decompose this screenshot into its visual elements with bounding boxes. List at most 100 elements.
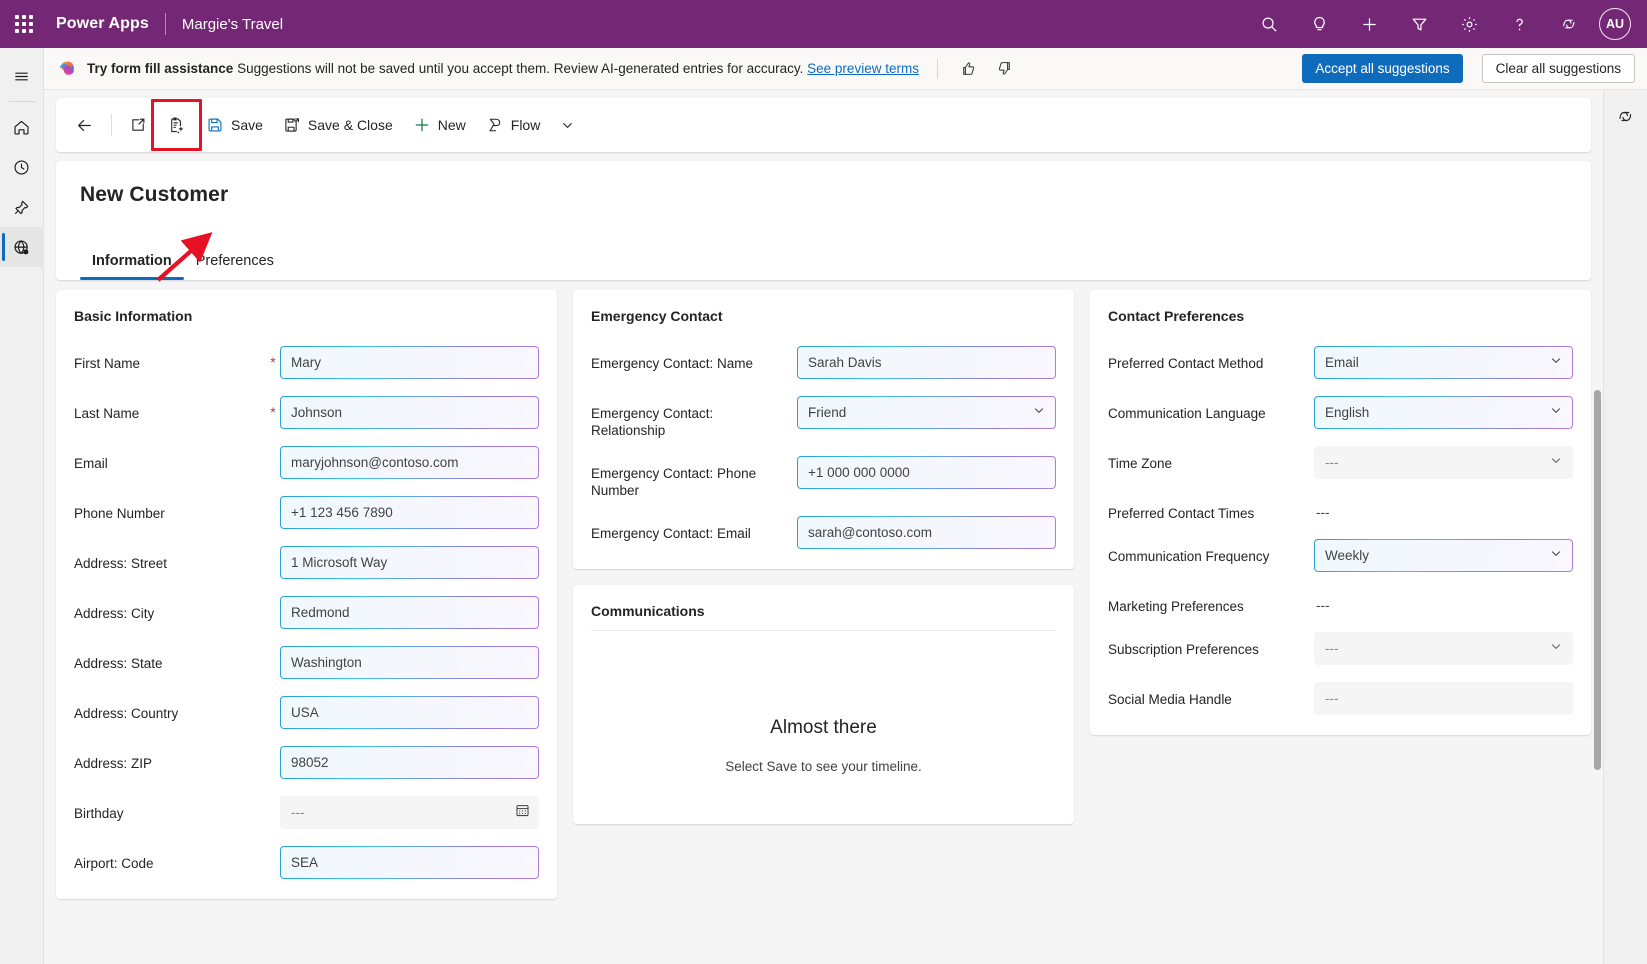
sidebar-item-customers[interactable] [0, 227, 44, 267]
label-ec-relationship: Emergency Contact: Relationship [591, 396, 783, 439]
input-social-media-handle[interactable]: --- [1314, 682, 1573, 715]
thumbs-up-icon[interactable] [956, 56, 982, 82]
field-row-birthday: Birthday --- [74, 796, 539, 829]
label-time-zone: Time Zone [1108, 446, 1300, 472]
chevron-down-icon[interactable] [551, 106, 584, 144]
brand-divider [165, 13, 166, 35]
field-row-ec-name: Emergency Contact: Name Sarah Davis [591, 346, 1056, 379]
input-address-state[interactable]: Washington [280, 646, 539, 679]
gear-icon[interactable] [1445, 0, 1493, 48]
value-marketing-preferences[interactable]: --- [1314, 589, 1573, 613]
accept-all-suggestions-button[interactable]: Accept all suggestions [1302, 54, 1462, 83]
contact-preferences-title: Contact Preferences [1108, 308, 1573, 324]
hamburger-menu-icon[interactable] [0, 56, 44, 96]
clear-all-suggestions-button[interactable]: Clear all suggestions [1482, 54, 1635, 83]
sidebar-item-home[interactable] [0, 107, 44, 147]
banner-body: Suggestions will not be saved until you … [237, 61, 803, 76]
app-name-label[interactable]: Margie's Travel [182, 16, 283, 33]
control-ec-relationship: Friend [797, 396, 1056, 429]
command-bar-divider [111, 114, 112, 136]
label-address-state: Address: State [74, 646, 266, 672]
save-and-close-label: Save & Close [308, 117, 393, 133]
back-button[interactable] [66, 106, 103, 144]
field-row-address-zip: Address: ZIP 98052 [74, 746, 539, 779]
field-row-email: Email maryjohnson@contoso.com [74, 446, 539, 479]
input-birthday[interactable]: --- [280, 796, 539, 829]
label-address-street: Address: Street [74, 546, 266, 572]
flow-button[interactable]: Flow [477, 106, 550, 144]
copilot-icon[interactable] [1608, 98, 1644, 134]
input-ec-email[interactable]: sarah@contoso.com [797, 516, 1056, 549]
control-address-city: Redmond [280, 596, 539, 629]
filter-icon[interactable] [1395, 0, 1443, 48]
field-row-ec-relationship: Emergency Contact: Relationship Friend [591, 396, 1056, 439]
select-time-zone[interactable]: --- [1314, 446, 1573, 479]
sidebar-item-recent[interactable] [0, 147, 44, 187]
app-launcher-icon[interactable] [0, 0, 48, 48]
input-last-name[interactable]: Johnson [280, 396, 539, 429]
tab-information[interactable]: Information [80, 245, 184, 280]
label-last-name: Last Name [74, 396, 266, 422]
input-first-name[interactable]: Mary [280, 346, 539, 379]
thumbs-down-icon[interactable] [992, 56, 1018, 82]
preview-terms-link[interactable]: See preview terms [807, 61, 919, 76]
new-button[interactable]: New [404, 106, 475, 144]
lightbulb-icon[interactable] [1295, 0, 1343, 48]
value-preferred-contact-times[interactable]: --- [1314, 496, 1573, 520]
control-first-name: Mary [280, 346, 539, 379]
input-address-country[interactable]: USA [280, 696, 539, 729]
input-email[interactable]: maryjohnson@contoso.com [280, 446, 539, 479]
control-time-zone: --- [1314, 446, 1573, 479]
input-address-street[interactable]: 1 Microsoft Way [280, 546, 539, 579]
select-preferred-contact-method[interactable]: Email [1314, 346, 1573, 379]
input-ec-name[interactable]: Sarah Davis [797, 346, 1056, 379]
tab-preferences[interactable]: Preferences [184, 245, 286, 280]
fill-form-with-ai-button[interactable] [158, 106, 195, 144]
avatar[interactable]: AU [1599, 8, 1631, 40]
label-email: Email [74, 446, 266, 472]
label-ec-name: Emergency Contact: Name [591, 346, 783, 372]
plus-icon[interactable] [1345, 0, 1393, 48]
control-ec-name: Sarah Davis [797, 346, 1056, 379]
field-row-address-city: Address: City Redmond [74, 596, 539, 629]
field-row-ec-phone: Emergency Contact: Phone Number +1 000 0… [591, 456, 1056, 499]
vertical-scrollbar[interactable] [1594, 390, 1601, 770]
help-icon[interactable] [1495, 0, 1543, 48]
field-row-time-zone: Time Zone --- [1108, 446, 1573, 479]
select-communication-language[interactable]: English [1314, 396, 1573, 429]
open-in-new-window-button[interactable] [120, 106, 156, 144]
control-phone-number: +1 123 456 7890 [280, 496, 539, 529]
select-communication-frequency[interactable]: Weekly [1314, 539, 1573, 572]
field-row-last-name: Last Name * Johnson [74, 396, 539, 429]
basic-information-title: Basic Information [74, 308, 539, 324]
select-subscription-preferences[interactable]: --- [1314, 632, 1573, 665]
input-address-zip[interactable]: 98052 [280, 746, 539, 779]
brand-title[interactable]: Power Apps [48, 15, 149, 33]
left-navigation-rail [0, 48, 44, 964]
search-icon[interactable] [1245, 0, 1293, 48]
select-ec-relationship[interactable]: Friend [797, 396, 1056, 429]
calendar-icon[interactable] [515, 803, 530, 823]
label-communication-language: Communication Language [1108, 396, 1300, 422]
communications-title: Communications [591, 603, 1056, 631]
input-airport-code[interactable]: SEA [280, 846, 539, 879]
column-left: Basic Information First Name * Mary [56, 290, 557, 899]
top-navigation-bar: Power Apps Margie's Travel [0, 0, 1647, 48]
copilot-icon[interactable] [1545, 0, 1593, 48]
control-communication-frequency: Weekly [1314, 539, 1573, 572]
save-button[interactable]: Save [197, 106, 272, 144]
sidebar-item-pinned[interactable] [0, 187, 44, 227]
input-phone-number[interactable]: +1 123 456 7890 [280, 496, 539, 529]
input-address-city[interactable]: Redmond [280, 596, 539, 629]
save-and-close-button[interactable]: Save & Close [274, 106, 402, 144]
control-address-zip: 98052 [280, 746, 539, 779]
input-ec-phone[interactable]: +1 000 000 0000 [797, 456, 1056, 489]
control-last-name: Johnson [280, 396, 539, 429]
label-ec-phone: Emergency Contact: Phone Number [591, 456, 783, 499]
field-row-address-state: Address: State Washington [74, 646, 539, 679]
required-marker-last-name: * [266, 396, 280, 420]
label-preferred-contact-method: Preferred Contact Method [1108, 346, 1300, 372]
field-row-communication-language: Communication Language English [1108, 396, 1573, 429]
control-ec-email: sarah@contoso.com [797, 516, 1056, 549]
label-airport-code: Airport: Code [74, 846, 266, 872]
